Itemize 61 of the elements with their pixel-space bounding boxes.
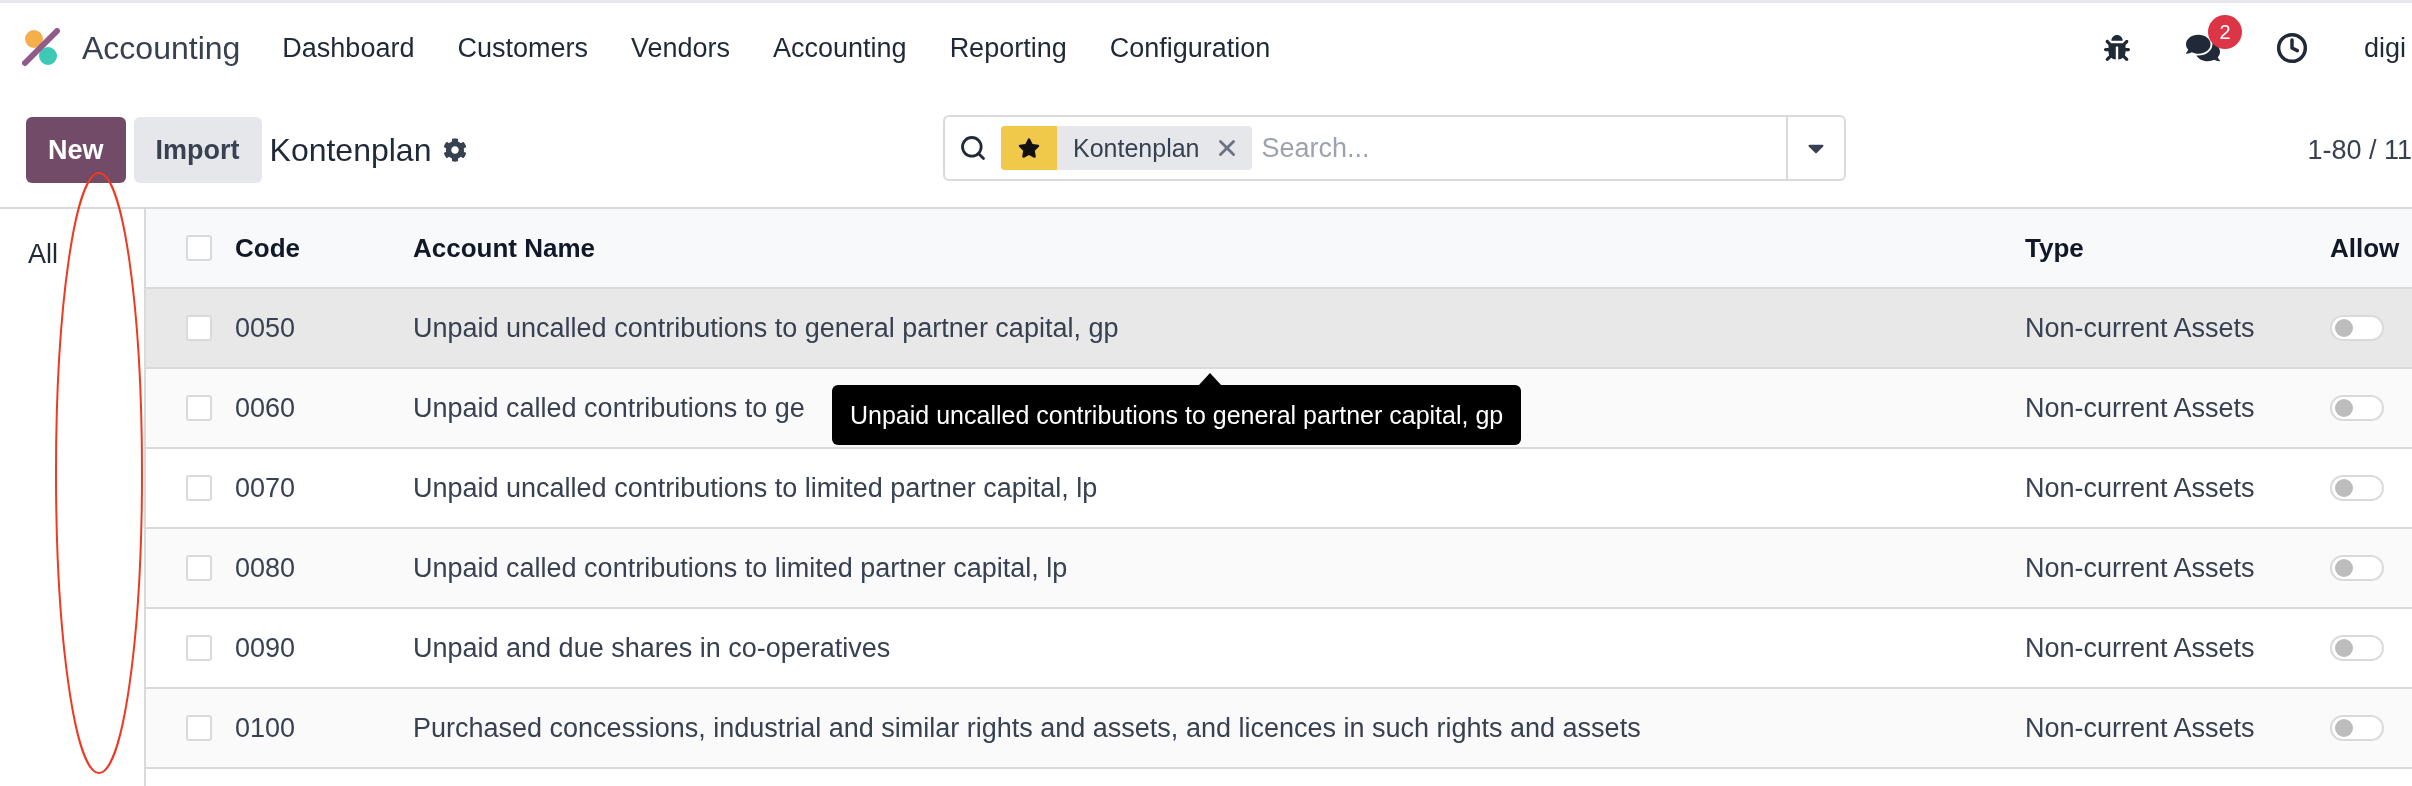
- type-cell: Non-current Assets: [2025, 392, 2255, 424]
- account-name-cell: Purchased concessions, industrial and similar rights and assets, and licences in such rights and assets: [413, 712, 1641, 744]
- row-checkbox[interactable]: [186, 555, 212, 581]
- app-logo-icon: [22, 28, 62, 68]
- column-header[interactable]: Allow: [2330, 232, 2412, 264]
- column-header[interactable]: Code: [235, 232, 413, 264]
- select-all-checkbox[interactable]: [186, 235, 212, 261]
- account-name-cell: Unpaid uncalled contributions to general partner capital, gp: [413, 312, 1119, 344]
- allow-toggle[interactable]: [2330, 555, 2384, 581]
- sidebar-item[interactable]: All: [28, 239, 58, 269]
- allow-toggle[interactable]: [2330, 395, 2384, 421]
- row-checkbox[interactable]: [186, 635, 212, 661]
- clock-icon[interactable]: [2275, 32, 2308, 64]
- menu-item[interactable]: Customers: [457, 32, 588, 64]
- column-header[interactable]: Account Name: [413, 232, 2025, 264]
- app-name[interactable]: Accounting: [82, 29, 241, 67]
- page-title: Kontenplan: [269, 131, 432, 169]
- account-name-cell: Unpaid called contributions to limited partner capital, lp: [413, 552, 1068, 584]
- filter-facet[interactable]: Kontenplan: [1001, 126, 1252, 170]
- row-checkbox[interactable]: [186, 475, 212, 501]
- table-row[interactable]: 0050 Unpaid uncalled contributions to general partner capital, gp Non-current Assets: [146, 289, 2412, 369]
- type-cell: Non-current Assets: [2025, 712, 2255, 744]
- column-header[interactable]: Type: [2025, 232, 2330, 264]
- import-button[interactable]: Import: [133, 117, 262, 183]
- type-cell: Non-current Assets: [2025, 312, 2255, 344]
- code-cell: 0060: [235, 392, 296, 424]
- message-count: 2: [2207, 15, 2242, 49]
- star-icon: [1018, 137, 1040, 159]
- type-cell: Non-current Assets: [2025, 632, 2255, 664]
- account-name-cell: Unpaid called contributions to ge: [413, 392, 805, 424]
- row-checkbox[interactable]: [186, 715, 212, 741]
- type-cell: Non-current Assets: [2025, 472, 2255, 504]
- menu-item[interactable]: Accounting: [773, 32, 907, 64]
- allow-toggle[interactable]: [2330, 475, 2384, 501]
- search-icon: [959, 134, 987, 162]
- type-cell: Non-current Assets: [2025, 552, 2255, 584]
- bug-icon[interactable]: [2103, 35, 2130, 61]
- code-cell: 0050: [235, 312, 296, 344]
- new-button[interactable]: New: [26, 117, 126, 183]
- user-name[interactable]: digi: [2363, 32, 2406, 64]
- tooltip: Unpaid uncalled contributions to general partner capital, gp: [832, 385, 1522, 445]
- code-cell: 0070: [235, 472, 296, 504]
- settings-icon[interactable]: [443, 138, 468, 162]
- code-cell: 0100: [235, 712, 296, 744]
- menu-item[interactable]: Dashboard: [282, 32, 415, 64]
- code-cell: 0080: [235, 552, 296, 584]
- allow-toggle[interactable]: [2330, 635, 2384, 661]
- account-name-cell: Unpaid and due shares in co-operatives: [413, 632, 891, 664]
- search-field[interactable]: Kontenplan Search...: [943, 115, 1846, 181]
- code-cell: 0090: [235, 632, 296, 664]
- table-row[interactable]: 0080 Unpaid called contributions to limited partner capital, lp Non-current Assets: [146, 529, 2412, 609]
- pager: 1-80 / 11: [2307, 134, 2412, 166]
- account-name-cell: Unpaid uncalled contributions to limited partner capital, lp: [413, 472, 1098, 504]
- menu-item[interactable]: Vendors: [630, 32, 731, 64]
- row-checkbox[interactable]: [186, 315, 212, 341]
- row-checkbox[interactable]: [186, 395, 212, 421]
- allow-toggle[interactable]: [2330, 315, 2384, 341]
- menu-item[interactable]: Reporting: [949, 32, 1067, 64]
- allow-toggle[interactable]: [2330, 715, 2384, 741]
- table-row[interactable]: 0100 Purchased concessions, industrial and similar rights and assets, and licences in such rights and assets Non-current Assets: [146, 689, 2412, 769]
- menu-item[interactable]: Configuration: [1109, 32, 1271, 64]
